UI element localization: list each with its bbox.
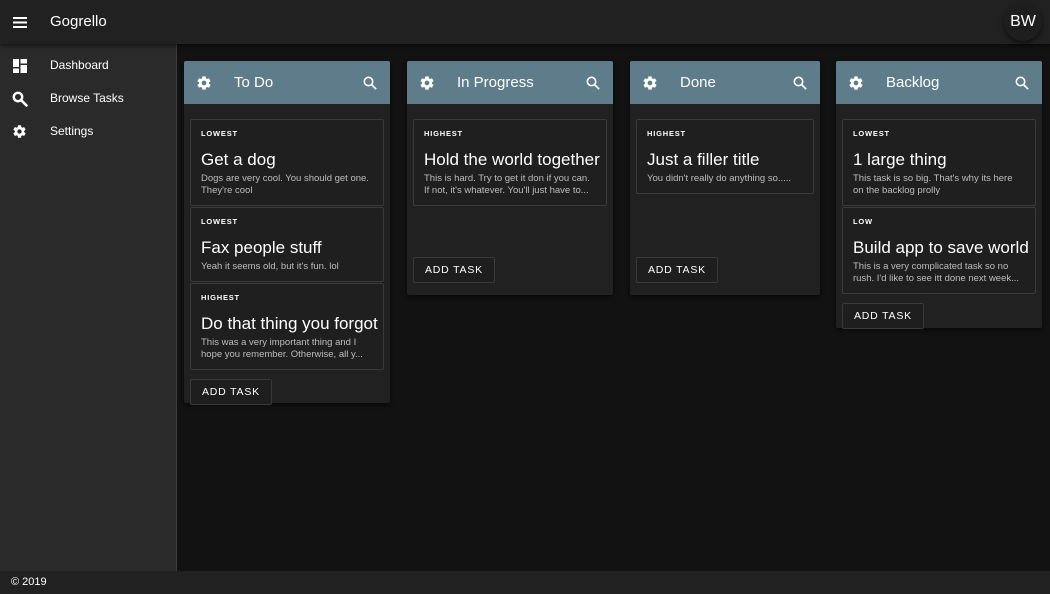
column-header: In Progress (407, 61, 613, 104)
priority-label: LOWEST (201, 129, 238, 138)
task-title: Build app to save world (853, 238, 1029, 257)
sidebar-item-label: Dashboard (50, 58, 109, 72)
task-card[interactable]: HIGHEST Just a filler title You didn't r… (636, 119, 814, 194)
priority-label: LOW (853, 217, 873, 226)
sidebar: Dashboard Browse Tasks Settings (0, 44, 177, 571)
column-done: Done HIGHEST Just a filler title You did… (630, 61, 820, 295)
task-card[interactable]: HIGHEST Hold the world together This is … (413, 119, 607, 206)
column-backlog: Backlog LOWEST 1 large thing This task i… (836, 61, 1042, 329)
card-list: LOWEST 1 large thing This task is so big… (836, 104, 1042, 294)
sidebar-item-label: Settings (50, 124, 94, 138)
app-bar: Gogrello BW (0, 0, 1050, 44)
task-description: Dogs are very cool. You should get one. … (201, 173, 369, 196)
task-title: Just a filler title (647, 150, 760, 169)
priority-label: HIGHEST (424, 129, 463, 138)
task-description: This was a very important thing and I ho… (201, 337, 363, 360)
search-icon[interactable] (1013, 74, 1030, 91)
priority-label: LOWEST (853, 129, 890, 138)
task-card[interactable]: LOWEST 1 large thing This task is so big… (842, 119, 1036, 206)
gear-icon[interactable] (847, 74, 864, 91)
column-header: To Do (184, 61, 390, 104)
sidebar-item-dashboard[interactable]: Dashboard (0, 49, 176, 82)
gear-icon[interactable] (418, 74, 435, 91)
task-description: You didn't really do anything so..... (647, 173, 792, 184)
card-list: HIGHEST Hold the world together This is … (407, 104, 613, 206)
sidebar-item-browse-tasks[interactable]: Browse Tasks (0, 82, 176, 115)
task-card[interactable]: LOW Build app to save world This is a ve… (842, 207, 1036, 294)
search-icon[interactable] (361, 74, 378, 91)
task-title: Hold the world together (424, 150, 600, 169)
footer: © 2019 (0, 571, 1050, 594)
add-task-button[interactable]: ADD TASK (842, 303, 924, 329)
column-in-progress: In Progress HIGHEST Hold the world toget… (407, 61, 613, 295)
priority-label: HIGHEST (647, 129, 686, 138)
task-card[interactable]: LOWEST Get a dog Dogs are very cool. You… (190, 119, 384, 206)
column-title: Done (680, 74, 716, 91)
card-list: LOWEST Get a dog Dogs are very cool. You… (184, 104, 390, 370)
priority-label: HIGHEST (201, 293, 240, 302)
column-title: In Progress (457, 74, 534, 91)
user-avatar[interactable]: BW (1004, 3, 1042, 41)
task-description: This task is so big. That's why its here… (853, 173, 1013, 196)
column-header: Backlog (836, 61, 1042, 104)
gear-icon[interactable] (195, 74, 212, 91)
sidebar-item-settings[interactable]: Settings (0, 115, 176, 148)
menu-icon (13, 16, 27, 28)
column-title: To Do (234, 74, 274, 91)
column-title: Backlog (886, 74, 940, 91)
search-icon[interactable] (584, 74, 601, 91)
gear-icon[interactable] (641, 74, 658, 91)
task-title: Get a dog (201, 150, 276, 169)
task-title: Fax people stuff (201, 238, 322, 257)
search-icon[interactable] (791, 74, 808, 91)
add-task-button[interactable]: ADD TASK (413, 257, 495, 283)
task-card[interactable]: LOWEST Fax people stuff Yeah it seems ol… (190, 207, 384, 282)
menu-button[interactable] (8, 10, 32, 34)
sidebar-item-label: Browse Tasks (50, 91, 124, 105)
gear-icon (11, 123, 28, 140)
column-header: Done (630, 61, 820, 104)
search-icon (11, 90, 28, 107)
card-list: HIGHEST Just a filler title You didn't r… (630, 104, 820, 194)
app-title: Gogrello (50, 13, 107, 30)
task-description: Yeah it seems old, but it's fun. lol (201, 261, 339, 272)
column-to-do: To Do LOWEST Get a dog Dogs are very coo… (184, 61, 390, 405)
priority-label: LOWEST (201, 217, 238, 226)
task-description: This is hard. Try to get it don if you c… (424, 173, 590, 196)
dashboard-icon (11, 57, 28, 74)
task-description: This is a very complicated task so no ru… (853, 261, 1020, 284)
add-task-button[interactable]: ADD TASK (636, 257, 718, 283)
copyright-text: © 2019 (11, 576, 47, 588)
add-task-button[interactable]: ADD TASK (190, 379, 272, 405)
task-card[interactable]: HIGHEST Do that thing you forgot This wa… (190, 283, 384, 370)
task-title: 1 large thing (853, 150, 947, 169)
task-title: Do that thing you forgot (201, 314, 378, 333)
